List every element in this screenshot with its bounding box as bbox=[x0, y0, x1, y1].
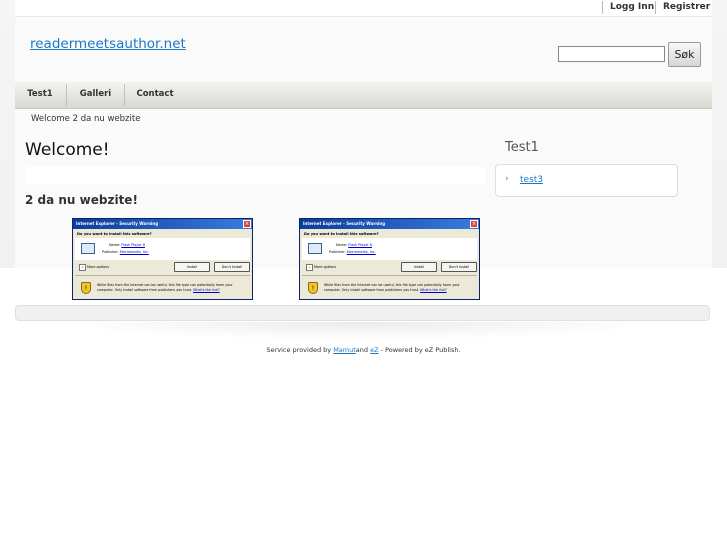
breadcrumb: Welcome 2 da nu webzite bbox=[31, 114, 141, 124]
dialog-install-button: Install bbox=[174, 262, 210, 272]
site-title-link[interactable]: readermeetsauthor.net bbox=[30, 36, 186, 52]
footer-suffix: - Powered by eZ Publish. bbox=[380, 346, 461, 354]
sidebar-heading: Test1 bbox=[505, 140, 539, 155]
security-warning-image[interactable]: Internet Explorer - Security Warning × D… bbox=[299, 218, 480, 300]
nav-item-contact[interactable]: Contact bbox=[125, 82, 185, 108]
nav-item-galleri[interactable]: Galleri bbox=[67, 82, 124, 108]
dialog-publisher-row: Publisher: Macromedia, Inc. bbox=[329, 250, 376, 254]
search-button[interactable]: Søk bbox=[668, 42, 701, 67]
page-subheading: 2 da nu webzite! bbox=[25, 193, 138, 207]
dialog-title: Internet Explorer - Security Warning bbox=[300, 219, 479, 229]
main-navigation: Test1 Galleri Contact bbox=[15, 82, 712, 109]
dialog-dont-install-button: Don't Install bbox=[441, 262, 477, 272]
dialog-install-button: Install bbox=[401, 262, 437, 272]
footer-bar bbox=[15, 305, 710, 321]
dialog-name-row: Name: Flash Player 8 bbox=[109, 243, 145, 247]
dialog-dont-install-button: Don't Install bbox=[214, 262, 250, 272]
top-bar: Logg Inn Registrer bbox=[15, 0, 712, 17]
dialog-info-panel: Name: Flash Player 8 Publisher: Macromed… bbox=[75, 238, 250, 260]
dialog-more-options: » More options bbox=[306, 264, 336, 271]
chevron-right-icon: › bbox=[505, 174, 509, 184]
dialog-name-label: Name: bbox=[109, 243, 121, 247]
dialog-divider bbox=[75, 275, 250, 276]
dialog-name-row: Name: Flash Player 8 bbox=[336, 243, 372, 247]
dialog-name-label: Name: bbox=[336, 243, 348, 247]
footer-mamut-link[interactable]: Mamut bbox=[333, 346, 356, 354]
top-separator bbox=[602, 1, 603, 14]
window-icon bbox=[308, 243, 322, 254]
dialog-publisher-value: Macromedia, Inc. bbox=[346, 250, 376, 254]
dialog-question: Do you want to install this software? bbox=[77, 232, 152, 236]
dialog-publisher-label: Publisher: bbox=[329, 250, 346, 254]
dialog-publisher-row: Publisher: Macromedia, Inc. bbox=[102, 250, 149, 254]
security-warning-image[interactable]: Internet Explorer - Security Warning × D… bbox=[72, 218, 253, 300]
dialog-warning-text: While files from the Internet can be use… bbox=[324, 283, 460, 292]
dialog-warning-text: While files from the Internet can be use… bbox=[97, 283, 233, 292]
sidebar-item-test3[interactable]: test3 bbox=[520, 175, 543, 185]
dialog-risk-link: What's the risk? bbox=[420, 287, 447, 292]
dialog-info-panel: Name: Flash Player 8 Publisher: Macromed… bbox=[302, 238, 477, 260]
footer-credits: Service provided by Mamutand eZ - Powere… bbox=[0, 346, 727, 354]
dialog-publisher-value: Macromedia, Inc. bbox=[119, 250, 149, 254]
expand-icon: » bbox=[79, 264, 86, 271]
top-separator bbox=[655, 1, 656, 14]
dialog-question: Do you want to install this software? bbox=[304, 232, 379, 236]
login-link[interactable]: Logg Inn bbox=[610, 2, 654, 12]
search-input[interactable] bbox=[558, 46, 665, 62]
content-divider bbox=[25, 167, 485, 184]
page-container: Logg Inn Registrer readermeetsauthor.net… bbox=[15, 0, 712, 300]
footer-shadow bbox=[55, 322, 665, 340]
dialog-publisher-label: Publisher: bbox=[102, 250, 119, 254]
dialog-risk-link: What's the risk? bbox=[193, 287, 220, 292]
dialog-divider bbox=[302, 275, 477, 276]
dialog-name-value: Flash Player 8 bbox=[348, 243, 372, 247]
dialog-more-options: » More options bbox=[79, 264, 109, 271]
shield-icon: ! bbox=[308, 282, 318, 294]
footer-prefix: Service provided by bbox=[266, 346, 332, 354]
nav-item-test1[interactable]: Test1 bbox=[15, 82, 65, 108]
dialog-name-value: Flash Player 8 bbox=[121, 243, 145, 247]
dialog-title: Internet Explorer - Security Warning bbox=[73, 219, 252, 229]
sidebar-menu: › test3 bbox=[495, 164, 678, 197]
shield-icon: ! bbox=[81, 282, 91, 294]
footer-ez-link[interactable]: eZ bbox=[370, 346, 378, 354]
register-link[interactable]: Registrer bbox=[663, 2, 710, 12]
footer-and: and bbox=[355, 346, 369, 354]
close-icon: × bbox=[243, 220, 251, 228]
expand-icon: » bbox=[306, 264, 313, 271]
window-icon bbox=[81, 243, 95, 254]
close-icon: × bbox=[470, 220, 478, 228]
page-heading: Welcome! bbox=[25, 140, 110, 160]
